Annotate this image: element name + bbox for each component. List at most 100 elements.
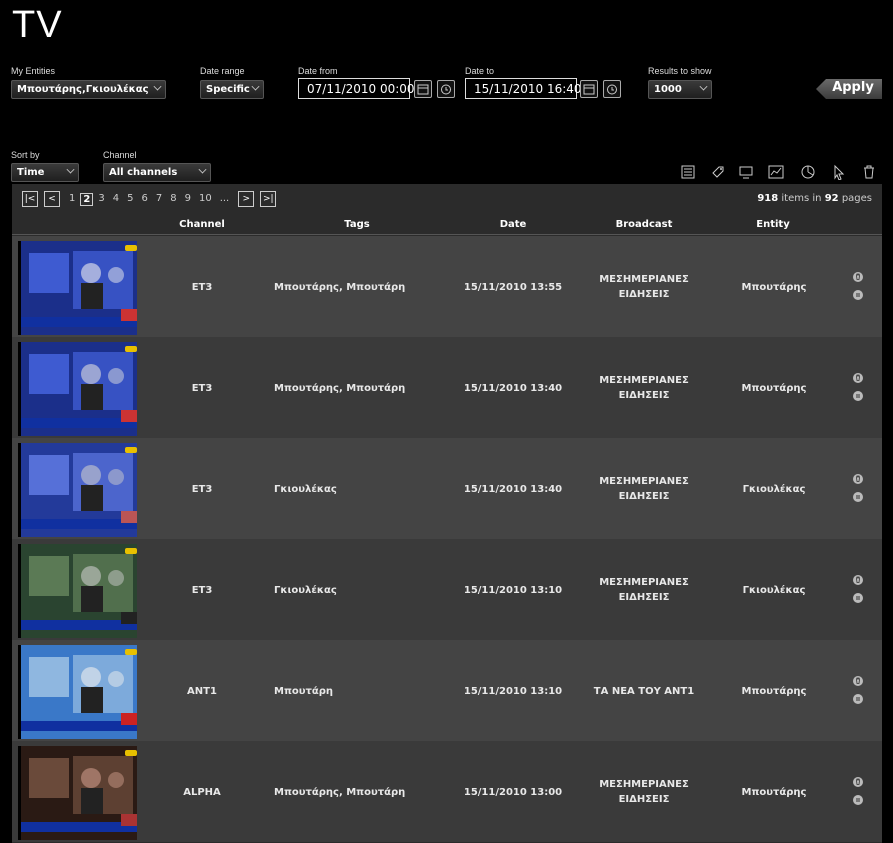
video-thumbnail[interactable] bbox=[18, 241, 137, 335]
details-icon[interactable] bbox=[853, 795, 863, 805]
tags-cell: Μπουτάρη bbox=[274, 686, 334, 697]
date-to-field[interactable]: 15/11/2010 16:40 bbox=[465, 78, 582, 99]
details-icon[interactable] bbox=[853, 694, 863, 704]
channel-label: Channel bbox=[103, 150, 137, 160]
tags-cell: Μπουτάρης, Μπουτάρη bbox=[274, 282, 406, 293]
tags-cell: Μπουτάρης, Μπουτάρη bbox=[274, 383, 406, 394]
broadcast-cell: ΜΕΣΗΜΕΡΙΑΝΕΣ ΕΙΔΗΣΕΙΣ bbox=[599, 777, 689, 807]
clock-icon[interactable] bbox=[437, 80, 455, 98]
entities-select[interactable]: Μπουτάρης,Γκιουλέκας bbox=[11, 80, 166, 99]
tag-icon[interactable] bbox=[710, 164, 726, 180]
tags-cell: Γκιουλέκας bbox=[274, 484, 337, 495]
table-row[interactable]: ET3 Μπουτάρης, Μπουτάρη 15/11/2010 13:40 ΜΕ… bbox=[12, 337, 882, 438]
broadcast-cell: ΜΕΣΗΜΕΡΙΑΝΕΣ ΕΙΔΗΣΕΙΣ bbox=[599, 373, 689, 403]
select-cursor-icon[interactable] bbox=[831, 164, 847, 181]
apply-button[interactable]: Apply bbox=[816, 79, 882, 99]
page-number[interactable]: 6 bbox=[138, 193, 150, 206]
tags-cell: Μπουτάρης, Μπουτάρη bbox=[274, 787, 406, 798]
calendar-icon[interactable] bbox=[580, 80, 598, 98]
details-icon[interactable] bbox=[853, 593, 863, 603]
results-select[interactable]: 1000 bbox=[648, 80, 712, 99]
entity-cell: Γκιουλέκας bbox=[742, 585, 806, 596]
page-number[interactable]: 3 bbox=[95, 193, 107, 206]
delete-icon[interactable] bbox=[853, 474, 863, 484]
page-title: TV bbox=[12, 4, 63, 46]
entity-cell: Μπουτάρης bbox=[741, 686, 807, 697]
details-icon[interactable] bbox=[853, 290, 863, 300]
page-number[interactable]: 9 bbox=[182, 193, 194, 206]
date-range-label: Date range bbox=[200, 66, 245, 76]
trash-icon[interactable] bbox=[861, 164, 877, 180]
clock-icon[interactable] bbox=[603, 80, 621, 98]
delete-icon[interactable] bbox=[853, 676, 863, 686]
video-thumbnail[interactable] bbox=[18, 645, 137, 739]
col-broadcast[interactable]: Broadcast bbox=[616, 219, 673, 230]
results-label: Results to show bbox=[648, 66, 712, 76]
chevron-down-icon bbox=[251, 82, 260, 91]
pie-chart-icon[interactable] bbox=[800, 164, 816, 180]
broadcast-cell: ΜΕΣΗΜΕΡΙΑΝΕΣ ΕΙΔΗΣΕΙΣ bbox=[599, 272, 689, 302]
entity-cell: Μπουτάρης bbox=[741, 787, 807, 798]
table-row[interactable]: ET3 Γκιουλέκας 15/11/2010 13:40 ΜΕΣΗΜΕΡΙΑΝΕ… bbox=[12, 438, 882, 539]
broadcast-line-1: ΜΕΣΗΜΕΡΙΑΝΕΣ bbox=[599, 274, 689, 285]
date-from-field[interactable]: 07/11/2010 00:00 bbox=[298, 78, 415, 99]
details-icon[interactable] bbox=[853, 492, 863, 502]
video-thumbnail[interactable] bbox=[18, 443, 137, 537]
broadcast-line-1: ΤΑ ΝΕΑ ΤΟΥ ΑΝΤ1 bbox=[593, 686, 695, 697]
table-row[interactable]: ET3 Γκιουλέκας 15/11/2010 13:10 ΜΕΣΗΜΕΡΙΑΝΕ… bbox=[12, 539, 882, 640]
page-number[interactable]: 8 bbox=[167, 193, 179, 206]
page-number[interactable]: 1 bbox=[66, 193, 78, 206]
chevron-down-icon bbox=[153, 82, 162, 91]
delete-icon[interactable] bbox=[853, 373, 863, 383]
broadcast-line-2: ΕΙΔΗΣΕΙΣ bbox=[618, 491, 670, 502]
calendar-icon[interactable] bbox=[414, 80, 432, 98]
delete-icon[interactable] bbox=[853, 777, 863, 787]
broadcast-line-2: ΕΙΔΗΣΕΙΣ bbox=[618, 592, 670, 603]
broadcast-cell: ΤΑ ΝΕΑ ΤΟΥ ΑΝΤ1 bbox=[594, 684, 694, 699]
page-number[interactable]: 7 bbox=[153, 193, 165, 206]
table-row[interactable]: ET3 Μπουτάρης, Μπουτάρη 15/11/2010 13:55 ΜΕ… bbox=[12, 236, 882, 337]
delete-icon[interactable] bbox=[853, 575, 863, 585]
channel-cell: ALPHA bbox=[183, 787, 221, 798]
details-icon[interactable] bbox=[853, 391, 863, 401]
entity-cell: Μπουτάρης bbox=[741, 282, 807, 293]
table-row[interactable]: ANT1 Μπουτάρη 15/11/2010 13:10 ΤΑ ΝΕΑ ΤΟΥ Α… bbox=[12, 640, 882, 741]
channel-select[interactable]: All channels bbox=[103, 163, 211, 182]
video-thumbnail[interactable] bbox=[18, 746, 137, 840]
line-chart-icon[interactable] bbox=[768, 164, 784, 180]
last-page-button[interactable]: >| bbox=[260, 191, 277, 207]
entity-cell: Μπουτάρης bbox=[741, 383, 807, 394]
page-number[interactable]: 4 bbox=[110, 193, 122, 206]
page-number[interactable]: 5 bbox=[124, 193, 136, 206]
date-range-value: Specific bbox=[206, 84, 250, 95]
date-range-select[interactable]: Specific bbox=[200, 80, 264, 99]
sort-by-select[interactable]: Time bbox=[11, 163, 79, 182]
entities-value: Μπουτάρης,Γκιουλέκας bbox=[17, 84, 149, 95]
col-channel[interactable]: Channel bbox=[179, 219, 225, 230]
broadcast-line-1: ΜΕΣΗΜΕΡΙΑΝΕΣ bbox=[599, 375, 689, 386]
chevron-down-icon bbox=[699, 82, 708, 91]
page-number[interactable]: 2 bbox=[80, 192, 94, 206]
first-page-button[interactable]: |< bbox=[22, 191, 38, 207]
page-number[interactable]: 10 bbox=[196, 193, 215, 206]
broadcast-line-2: ΕΙΔΗΣΕΙΣ bbox=[618, 390, 670, 401]
page-number[interactable]: ... bbox=[217, 193, 233, 206]
monitor-icon[interactable] bbox=[738, 164, 754, 180]
video-thumbnail[interactable] bbox=[18, 342, 137, 436]
table-row[interactable]: ALPHA Μπουτάρης, Μπουτάρη 15/11/2010 13:00… bbox=[12, 741, 882, 842]
col-entity[interactable]: Entity bbox=[756, 219, 789, 230]
col-tags[interactable]: Tags bbox=[344, 219, 369, 230]
report-icon[interactable] bbox=[680, 164, 696, 180]
results-panel: |< < 1 2 3 4 5 6 7 8 9 10... > >| 918 items in 92… bbox=[12, 184, 882, 843]
date-cell: 15/11/2010 13:10 bbox=[463, 585, 563, 596]
channel-value: All channels bbox=[109, 167, 178, 178]
date-cell: 15/11/2010 13:55 bbox=[463, 282, 563, 293]
chevron-down-icon bbox=[198, 165, 207, 174]
video-thumbnail[interactable] bbox=[18, 544, 137, 638]
col-date[interactable]: Date bbox=[500, 219, 527, 230]
table-header: Channel Tags Date Broadcast Entity bbox=[12, 216, 882, 235]
delete-icon[interactable] bbox=[853, 272, 863, 282]
prev-page-button[interactable]: < bbox=[44, 191, 60, 207]
next-page-button[interactable]: > bbox=[238, 191, 255, 207]
channel-cell: ET3 bbox=[191, 484, 213, 495]
